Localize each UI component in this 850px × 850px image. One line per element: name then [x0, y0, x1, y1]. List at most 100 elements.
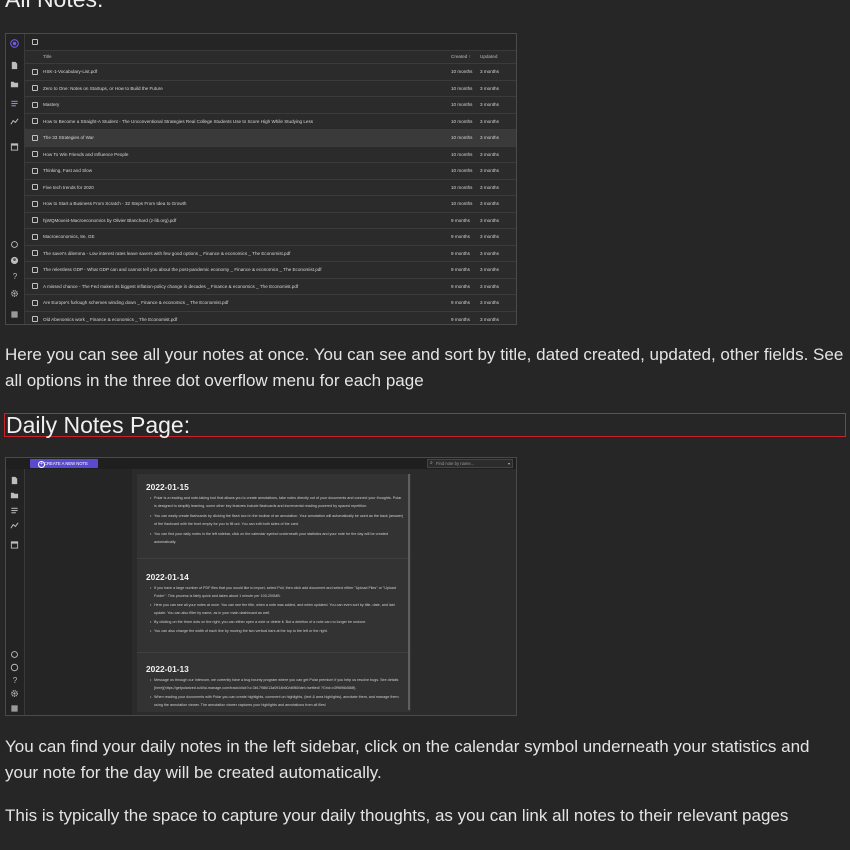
row-created: 10 months: [451, 118, 473, 124]
all-notes-description: Here you can see all your notes at once.…: [5, 345, 844, 390]
notes-icon[interactable]: [10, 506, 20, 516]
table-row[interactable]: The 33 Strategies of War 10 months 3 month…: [25, 130, 516, 147]
row-checkbox[interactable]: [32, 167, 38, 174]
overflow-menu-icon[interactable]: ⋮: [513, 166, 516, 174]
all-notes-screenshot: ? Title Created ↑ Updated HSK-1-Vocabula…: [5, 33, 517, 325]
row-title[interactable]: Are Europe's furlough schemes winding do…: [43, 300, 228, 305]
overflow-menu-icon[interactable]: ⋮: [513, 315, 516, 323]
row-checkbox[interactable]: [32, 299, 38, 306]
extensions-icon[interactable]: [10, 704, 20, 714]
row-checkbox[interactable]: [32, 85, 38, 91]
daily-bullet: Message us through our Intercom, we curr…: [150, 676, 404, 693]
row-checkbox[interactable]: [32, 283, 38, 289]
table-row[interactable]: The relentless GDP - What GDP can and ca…: [25, 262, 516, 279]
row-checkbox[interactable]: [32, 101, 38, 108]
row-title[interactable]: The 33 Strategies of War: [43, 135, 94, 140]
overflow-menu-icon[interactable]: ⋮: [513, 150, 516, 158]
notes-icon[interactable]: [10, 99, 20, 109]
table-row[interactable]: How to Become a Straight-A Student - The…: [25, 114, 516, 130]
column-created[interactable]: Created ↑: [451, 54, 471, 59]
row-title[interactable]: The relentless GDP - What GDP can and ca…: [43, 267, 322, 272]
row-title[interactable]: hjWQMoxei4-Macroeconomics by Olivier Bla…: [43, 218, 176, 223]
table-row[interactable]: Five tech trends for 2020 10 months 3 mont…: [25, 180, 516, 196]
overflow-menu-icon[interactable]: ⋮: [513, 84, 516, 92]
sync-icon[interactable]: [10, 240, 20, 250]
row-title[interactable]: How to Start a Business From Scratch - 3…: [43, 201, 186, 206]
row-checkbox[interactable]: [32, 233, 38, 240]
daily-date: 2022-01-13: [146, 664, 189, 674]
account-icon[interactable]: [10, 256, 20, 266]
table-row[interactable]: A missed chance - The Fed makes its bigg…: [25, 279, 516, 295]
row-checkbox[interactable]: [32, 184, 38, 190]
statistics-icon[interactable]: [10, 521, 20, 531]
table-row[interactable]: Zero to One: Notes on Startups, or How t…: [25, 81, 516, 97]
overflow-menu-icon[interactable]: ⋮: [513, 117, 516, 125]
row-title[interactable]: The saver's dilemma - Low interest rates…: [43, 251, 290, 256]
help-icon[interactable]: ?: [10, 676, 20, 686]
overflow-menu-icon[interactable]: ⋮: [513, 298, 516, 306]
overflow-menu-icon[interactable]: ⋮: [513, 133, 516, 141]
row-checkbox[interactable]: [32, 316, 38, 322]
overflow-menu-icon[interactable]: ⋮: [513, 265, 516, 273]
help-icon[interactable]: ?: [10, 272, 20, 282]
document-icon[interactable]: [10, 476, 20, 486]
table-row[interactable]: How to Start a Business From Scratch - 3…: [25, 196, 516, 213]
all-notes-heading: All Notes:: [5, 0, 103, 13]
folder-icon[interactable]: [10, 491, 20, 501]
row-title[interactable]: Zero to One: Notes on Startups, or How t…: [43, 86, 163, 91]
overflow-menu-icon[interactable]: ⋮: [513, 183, 516, 191]
table-row[interactable]: HSK-1-Vocabulary-List.pdf 10 months 3 mont…: [25, 64, 516, 81]
row-title[interactable]: Five tech trends for 2020: [43, 185, 94, 190]
row-checkbox[interactable]: [32, 151, 38, 157]
calendar-icon[interactable]: [10, 142, 20, 152]
overflow-menu-icon[interactable]: ⋮: [513, 249, 516, 257]
row-title[interactable]: HSK-1-Vocabulary-List.pdf: [43, 69, 97, 74]
calendar-icon[interactable]: [10, 540, 20, 550]
row-checkbox[interactable]: [32, 200, 38, 207]
row-updated: 3 months: [480, 316, 499, 322]
row-checkbox[interactable]: [32, 118, 38, 124]
table-row[interactable]: Old Abenomics work _ Finance & economics…: [25, 312, 516, 325]
folder-icon[interactable]: [10, 80, 20, 90]
daily-scrollbar[interactable]: [408, 474, 410, 710]
row-created: 9 months: [451, 316, 470, 322]
settings-icon[interactable]: [10, 289, 20, 299]
table-row[interactable]: Macroeconomics, 8e, GE 9 months 3 months ⋮: [25, 229, 516, 246]
row-checkbox[interactable]: [32, 134, 38, 141]
overflow-menu-icon[interactable]: ⋮: [513, 100, 516, 108]
statistics-icon[interactable]: [10, 117, 20, 127]
overflow-menu-icon[interactable]: ⋮: [513, 216, 516, 224]
row-title[interactable]: Mastery: [43, 102, 59, 107]
sync-icon[interactable]: [10, 650, 20, 660]
row-title[interactable]: A missed chance - The Fed makes its bigg…: [43, 284, 298, 289]
row-checkbox[interactable]: [32, 250, 38, 256]
create-new-note-button[interactable]: + CREATE A NEW NOTE: [30, 459, 98, 468]
row-title[interactable]: Old Abenomics work _ Finance & economics…: [43, 317, 177, 322]
account-icon[interactable]: [10, 663, 20, 673]
column-title[interactable]: Title: [43, 54, 52, 59]
document-icon[interactable]: [10, 61, 20, 71]
table-row[interactable]: Are Europe's furlough schemes winding do…: [25, 295, 516, 312]
overflow-menu-icon[interactable]: ⋮: [513, 199, 516, 207]
row-checkbox[interactable]: [32, 217, 38, 223]
settings-icon[interactable]: [10, 689, 20, 699]
row-updated: 3 months: [480, 151, 499, 157]
select-all-checkbox[interactable]: [32, 39, 38, 45]
row-checkbox[interactable]: [32, 266, 38, 273]
extensions-icon[interactable]: [10, 310, 20, 320]
row-title[interactable]: How to Become a Straight-A Student - The…: [43, 119, 313, 124]
find-note-input[interactable]: ⌕ Find note by name... ▾: [427, 459, 513, 468]
column-updated[interactable]: Updated: [480, 54, 497, 59]
row-title[interactable]: Thinking, Fast and Slow: [43, 168, 92, 173]
overflow-menu-icon[interactable]: ⋮: [513, 282, 516, 290]
overflow-menu-icon[interactable]: ⋮: [513, 67, 516, 75]
table-row[interactable]: Thinking, Fast and Slow 10 months 3 months…: [25, 163, 516, 180]
table-row[interactable]: Mastery 10 months 3 months ⋮: [25, 97, 516, 114]
table-row[interactable]: The saver's dilemma - Low interest rates…: [25, 246, 516, 262]
table-row[interactable]: hjWQMoxei4-Macroeconomics by Olivier Bla…: [25, 213, 516, 229]
row-checkbox[interactable]: [32, 68, 38, 75]
row-title[interactable]: How To Win Friends and Influence People: [43, 152, 128, 157]
table-row[interactable]: How To Win Friends and Influence People 1…: [25, 147, 516, 163]
row-title[interactable]: Macroeconomics, 8e, GE: [43, 234, 95, 239]
overflow-menu-icon[interactable]: ⋮: [513, 232, 516, 240]
